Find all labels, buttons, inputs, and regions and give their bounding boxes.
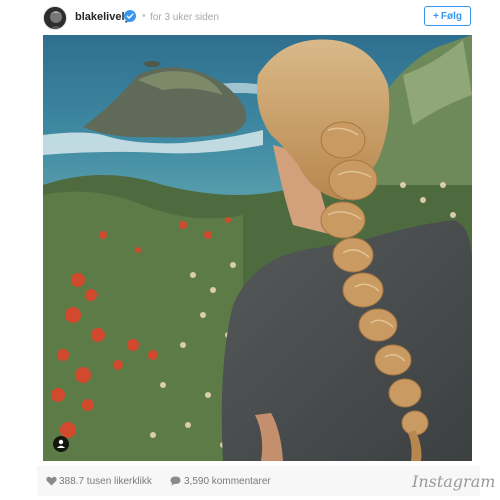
heart-icon [46,476,57,486]
comment-bubble-icon [170,476,181,486]
instagram-post-card: blakelively • for 3 uker siden + Følg 38… [37,0,495,500]
verified-badge-icon [124,10,136,22]
photo-illustration [43,35,472,461]
post-photo[interactable] [43,35,472,461]
separator-dot: • [142,10,146,22]
likes-count[interactable]: 388.7 tusen likerklikk [59,476,152,487]
comments-count[interactable]: 3,590 kommentarer [184,476,271,487]
person-icon [57,439,65,448]
follow-button[interactable]: + Følg [424,6,471,26]
follow-button-label: Følg [440,10,462,22]
instagram-logo[interactable]: Instagram [412,472,495,491]
plus-icon: + [433,10,439,22]
post-timestamp[interactable]: for 3 uker siden [150,12,219,23]
post-header: blakelively • for 3 uker siden + Følg [37,0,480,36]
post-footer: 388.7 tusen likerklikk 3,590 kommentarer… [37,466,495,496]
user-tag-button[interactable] [53,436,69,452]
username-link[interactable]: blakelively [75,11,131,23]
profile-avatar[interactable] [43,6,67,30]
